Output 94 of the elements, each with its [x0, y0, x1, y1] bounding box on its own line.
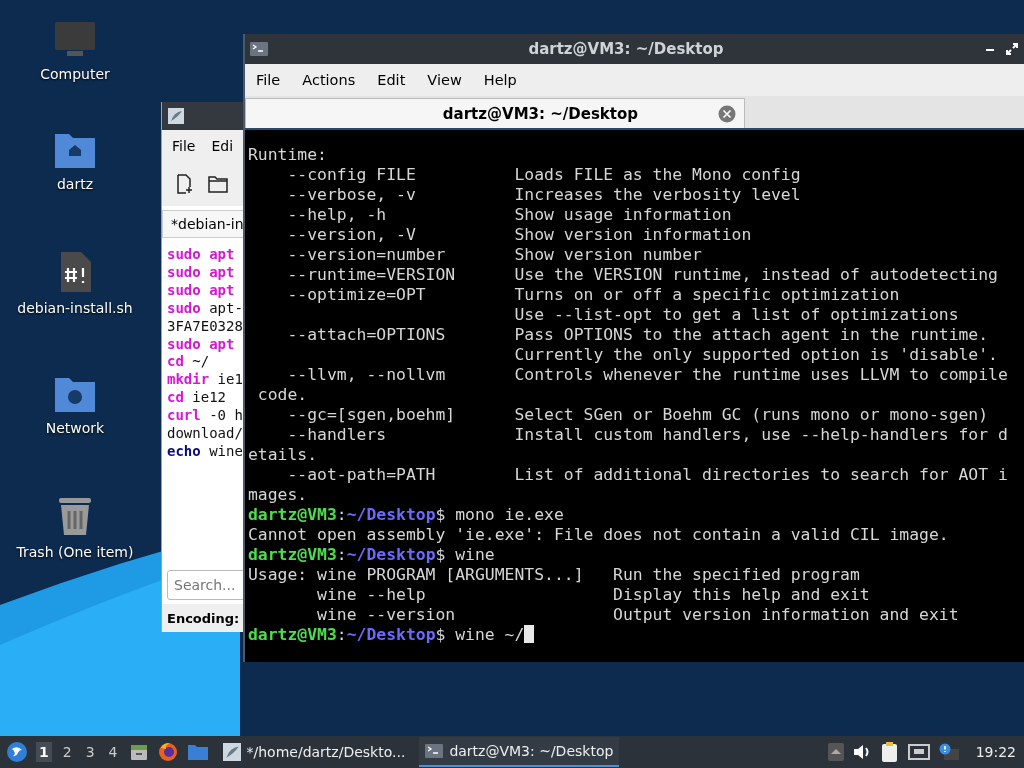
window-title: dartz@VM3: ~/Desktop — [527, 40, 725, 58]
workspace-button[interactable]: 1 — [36, 742, 52, 762]
network-icon[interactable] — [907, 743, 930, 761]
icon-label[interactable]: Trash (One item) — [16, 544, 134, 560]
code-text: etails. — [248, 445, 318, 464]
code-text: Runtime: — [248, 145, 327, 164]
code-text: Cannot open assembly 'ie.exe': File does not contain a valid CIL image. — [248, 525, 949, 544]
prompt-path: ~/Desktop — [346, 625, 436, 644]
menu-item[interactable]: View — [416, 72, 473, 88]
code-text: echo — [167, 442, 201, 459]
code-text: Use --list-opt to get a list of optimizations — [513, 305, 959, 324]
encoding-label: Encoding: — [167, 610, 240, 626]
workspace-button[interactable]: 4 — [105, 742, 121, 762]
code-text: -0 h — [208, 407, 243, 424]
icon-label[interactable]: debian-install.sh — [17, 300, 133, 316]
code-text: $ wine — [435, 545, 495, 564]
code-text: sudo — [167, 299, 201, 316]
file-manager-icon[interactable] — [128, 742, 149, 762]
prompt-user: dartz@VM3 — [248, 545, 337, 564]
code-text: --config FILE Loads FILE as the Mono config — [286, 165, 801, 184]
code-text: $ mono ie.exe — [435, 505, 564, 524]
code-text: --version, -V Show version information — [286, 225, 752, 244]
menu-item[interactable]: Edi — [211, 138, 234, 154]
code-text: $ wine ~/ — [435, 625, 525, 644]
code-text: curl — [167, 407, 201, 424]
code-text: cd — [167, 353, 184, 370]
menu-item[interactable]: Actions — [291, 72, 367, 88]
code-text: : — [336, 625, 347, 644]
code-text: : — [336, 545, 347, 564]
code-text: --verbose, -v Increases the verbosity level — [286, 185, 801, 204]
code-text: download/ — [167, 425, 243, 442]
notification-icon[interactable] — [937, 743, 960, 761]
code-text: ~/ — [191, 353, 210, 370]
prompt-user: dartz@VM3 — [248, 625, 337, 644]
code-text: apt- — [208, 299, 243, 316]
new-file-icon[interactable] — [176, 174, 194, 194]
prompt-user: dartz@VM3 — [248, 505, 337, 524]
prompt-path: ~/Desktop — [346, 505, 436, 524]
taskbar-task[interactable]: */home/dartz/Deskto... — [216, 737, 412, 767]
folder-icon[interactable] — [208, 175, 228, 193]
terminal-tab[interactable]: dartz@VM3: ~/Desktop — [245, 98, 745, 128]
code-text: --llvm, --nollvm Controls whenever the runtime uses LLVM to compile — [286, 365, 1008, 384]
terminal-icon — [425, 744, 444, 758]
code-text: ie1 — [216, 371, 243, 388]
menu-item[interactable]: File — [245, 72, 292, 88]
code-text: --optimize=OPT Turns on or off a specific optimization — [286, 285, 900, 304]
code-text: sudo apt — [167, 281, 235, 298]
icon-label[interactable]: Computer — [40, 66, 110, 82]
feather-icon — [222, 743, 241, 761]
document-tab[interactable]: *debian-in — [162, 210, 246, 237]
code-text: 3FA7E0328 — [167, 317, 243, 334]
code-text: --handlers Install custom handlers, use --help-handlers for d — [286, 425, 1008, 444]
terminal-icon — [250, 42, 268, 56]
code-text: code. — [256, 385, 308, 404]
menu-item[interactable]: Help — [472, 72, 528, 88]
code-text: mages. — [248, 485, 308, 504]
code-text: --attach=OPTIONS Pass OPTIONS to the attach agent in the runtime. — [286, 325, 989, 344]
code-text: Currently the only supported option is 'disable'. — [513, 345, 998, 364]
code-text: mkdir — [167, 371, 210, 388]
prompt-path: ~/Desktop — [346, 545, 436, 564]
code-text: --gc=[sgen,boehm] Select SGen or Boehm GC (runs mono or mono-sgen) — [286, 405, 989, 424]
maximize-icon[interactable] — [1006, 43, 1018, 55]
browser-icon[interactable] — [156, 741, 179, 763]
code-text: --help, -h Show usage information — [286, 205, 732, 224]
code-text: sudo apt — [167, 263, 235, 280]
taskbar-task[interactable]: dartz@VM3: ~/Desktop — [419, 737, 620, 767]
code-text: wine --help Display this help and exit — [316, 585, 870, 604]
workspace-button[interactable]: 3 — [82, 742, 98, 762]
tab-title: dartz@VM3: ~/Desktop — [442, 104, 638, 123]
code-text: : — [336, 505, 347, 524]
clipboard-icon[interactable] — [879, 741, 900, 763]
code-text: wine — [208, 442, 243, 459]
workspace-button[interactable]: 2 — [59, 742, 75, 762]
code-text: ie12 — [191, 389, 226, 406]
code-text: --runtime=VERSION Use the VERSION runtime, instead of autodetecting — [286, 265, 998, 284]
feather-icon — [168, 108, 184, 124]
clock[interactable]: 19:22 — [975, 744, 1016, 760]
menu-item[interactable]: Edit — [366, 72, 417, 88]
code-text: sudo apt — [167, 246, 235, 262]
code-text: wine --version Output version information and exit — [316, 605, 959, 624]
menu-item[interactable]: File — [172, 138, 196, 154]
code-text: cd — [167, 389, 184, 406]
text-cursor — [524, 625, 535, 643]
code-text: Usage: wine PROGRAM [ARGUMENTS...] Run the specified program — [248, 565, 860, 584]
icon-label[interactable]: Network — [45, 420, 105, 436]
task-label: dartz@VM3: ~/Desktop — [449, 743, 614, 759]
code-text: --aot-path=PATH List of additional directories to search for AOT i — [286, 465, 1008, 484]
task-label: */home/dartz/Deskto... — [246, 744, 406, 760]
start-menu-icon[interactable] — [6, 741, 28, 763]
icon-label[interactable]: dartz — [56, 176, 94, 192]
code-text: sudo apt — [167, 335, 235, 352]
close-icon[interactable] — [718, 104, 736, 123]
search-field[interactable]: Search... — [167, 570, 246, 600]
code-text: --version=number Show version number — [286, 245, 702, 264]
